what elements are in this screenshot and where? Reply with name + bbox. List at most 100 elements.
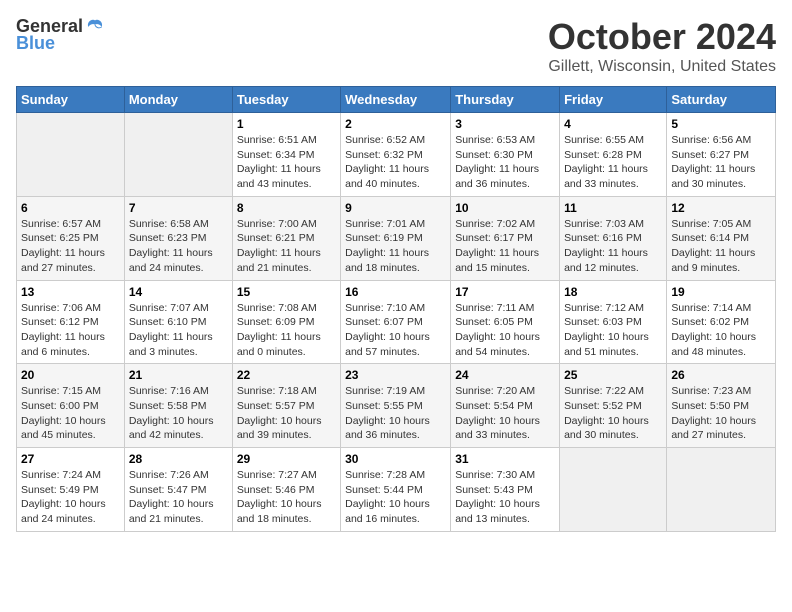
- cell-content: Sunrise: 7:07 AMSunset: 6:10 PMDaylight:…: [129, 301, 228, 360]
- logo-blue-text: Blue: [16, 33, 55, 54]
- cell-content: Sunrise: 6:58 AMSunset: 6:23 PMDaylight:…: [129, 217, 228, 276]
- cell-content: Sunrise: 7:19 AMSunset: 5:55 PMDaylight:…: [345, 384, 446, 443]
- cell-content: Sunrise: 7:02 AMSunset: 6:17 PMDaylight:…: [455, 217, 555, 276]
- calendar-cell: 4 Sunrise: 6:55 AMSunset: 6:28 PMDaylight…: [560, 113, 667, 197]
- calendar-body: 1Sunrise: 6:51 AMSunset: 6:34 PMDaylight…: [17, 113, 776, 532]
- calendar-cell: 31 Sunrise: 7:30 AMSunset: 5:43 PMDayligh…: [451, 448, 560, 532]
- cell-content: Sunrise: 7:16 AMSunset: 5:58 PMDaylight:…: [129, 384, 228, 443]
- day-number: 8: [237, 201, 336, 215]
- cell-content: Sunrise: 6:57 AMSunset: 6:25 PMDaylight:…: [21, 217, 120, 276]
- calendar-cell: 3 Sunrise: 6:53 AMSunset: 6:30 PMDaylight…: [451, 113, 560, 197]
- cell-content: Sunrise: 7:20 AMSunset: 5:54 PMDaylight:…: [455, 384, 555, 443]
- cell-content: Sunrise: 6:52 AMSunset: 6:32 PMDaylight:…: [345, 133, 446, 192]
- header-day-thursday: Thursday: [451, 87, 560, 113]
- calendar-cell: 8 Sunrise: 7:00 AMSunset: 6:21 PMDaylight…: [232, 196, 340, 280]
- calendar-cell: 29 Sunrise: 7:27 AMSunset: 5:46 PMDayligh…: [232, 448, 340, 532]
- calendar-cell: 24 Sunrise: 7:20 AMSunset: 5:54 PMDayligh…: [451, 364, 560, 448]
- day-number: 5: [671, 117, 771, 131]
- day-number: 20: [21, 368, 120, 382]
- calendar-cell: 7 Sunrise: 6:58 AMSunset: 6:23 PMDaylight…: [124, 196, 232, 280]
- day-number: 31: [455, 452, 555, 466]
- calendar-cell: [667, 448, 776, 532]
- day-number: 11: [564, 201, 662, 215]
- cell-content: Sunrise: 7:18 AMSunset: 5:57 PMDaylight:…: [237, 384, 336, 443]
- header-day-wednesday: Wednesday: [341, 87, 451, 113]
- calendar-cell: 19 Sunrise: 7:14 AMSunset: 6:02 PMDayligh…: [667, 280, 776, 364]
- cell-content: Sunrise: 7:12 AMSunset: 6:03 PMDaylight:…: [564, 301, 662, 360]
- day-number: 19: [671, 285, 771, 299]
- day-number: 28: [129, 452, 228, 466]
- header-day-sunday: Sunday: [17, 87, 125, 113]
- cell-content: Sunrise: 7:27 AMSunset: 5:46 PMDaylight:…: [237, 468, 336, 527]
- day-number: 2: [345, 117, 446, 131]
- day-number: 30: [345, 452, 446, 466]
- day-number: 16: [345, 285, 446, 299]
- cell-content: Sunrise: 6:53 AMSunset: 6:30 PMDaylight:…: [455, 133, 555, 192]
- calendar-cell: 26 Sunrise: 7:23 AMSunset: 5:50 PMDayligh…: [667, 364, 776, 448]
- header-day-friday: Friday: [560, 87, 667, 113]
- calendar-cell: 1Sunrise: 6:51 AMSunset: 6:34 PMDaylight…: [232, 113, 340, 197]
- calendar-cell: 23 Sunrise: 7:19 AMSunset: 5:55 PMDayligh…: [341, 364, 451, 448]
- calendar-cell: 18 Sunrise: 7:12 AMSunset: 6:03 PMDayligh…: [560, 280, 667, 364]
- calendar-cell: [124, 113, 232, 197]
- cell-content: Sunrise: 7:06 AMSunset: 6:12 PMDaylight:…: [21, 301, 120, 360]
- calendar-cell: 17Sunrise: 7:11 AMSunset: 6:05 PMDayligh…: [451, 280, 560, 364]
- logo: General Blue: [16, 16, 105, 54]
- day-number: 21: [129, 368, 228, 382]
- day-number: 13: [21, 285, 120, 299]
- calendar-week-2: 6Sunrise: 6:57 AMSunset: 6:25 PMDaylight…: [17, 196, 776, 280]
- cell-content: Sunrise: 7:30 AMSunset: 5:43 PMDaylight:…: [455, 468, 555, 527]
- logo-bird-icon: [85, 17, 105, 37]
- day-number: 29: [237, 452, 336, 466]
- cell-content: Sunrise: 7:28 AMSunset: 5:44 PMDaylight:…: [345, 468, 446, 527]
- calendar-week-4: 20 Sunrise: 7:15 AMSunset: 6:00 PMDayligh…: [17, 364, 776, 448]
- day-number: 9: [345, 201, 446, 215]
- day-number: 3: [455, 117, 555, 131]
- calendar-cell: 16 Sunrise: 7:10 AMSunset: 6:07 PMDayligh…: [341, 280, 451, 364]
- day-number: 24: [455, 368, 555, 382]
- day-number: 27: [21, 452, 120, 466]
- calendar-cell: 6Sunrise: 6:57 AMSunset: 6:25 PMDaylight…: [17, 196, 125, 280]
- cell-content: Sunrise: 7:14 AMSunset: 6:02 PMDaylight:…: [671, 301, 771, 360]
- day-number: 7: [129, 201, 228, 215]
- calendar-cell: 5Sunrise: 6:56 AMSunset: 6:27 PMDaylight…: [667, 113, 776, 197]
- day-number: 26: [671, 368, 771, 382]
- cell-content: Sunrise: 7:05 AMSunset: 6:14 PMDaylight:…: [671, 217, 771, 276]
- cell-content: Sunrise: 7:10 AMSunset: 6:07 PMDaylight:…: [345, 301, 446, 360]
- cell-content: Sunrise: 7:22 AMSunset: 5:52 PMDaylight:…: [564, 384, 662, 443]
- calendar-cell: [560, 448, 667, 532]
- calendar-table: SundayMondayTuesdayWednesdayThursdayFrid…: [16, 86, 776, 532]
- calendar-week-3: 13 Sunrise: 7:06 AMSunset: 6:12 PMDayligh…: [17, 280, 776, 364]
- calendar-week-1: 1Sunrise: 6:51 AMSunset: 6:34 PMDaylight…: [17, 113, 776, 197]
- calendar-cell: 28 Sunrise: 7:26 AMSunset: 5:47 PMDayligh…: [124, 448, 232, 532]
- day-number: 14: [129, 285, 228, 299]
- cell-content: Sunrise: 7:15 AMSunset: 6:00 PMDaylight:…: [21, 384, 120, 443]
- cell-content: Sunrise: 6:55 AMSunset: 6:28 PMDaylight:…: [564, 133, 662, 192]
- day-number: 23: [345, 368, 446, 382]
- day-number: 4: [564, 117, 662, 131]
- calendar-cell: 9 Sunrise: 7:01 AMSunset: 6:19 PMDaylight…: [341, 196, 451, 280]
- calendar-cell: 25Sunrise: 7:22 AMSunset: 5:52 PMDayligh…: [560, 364, 667, 448]
- calendar-cell: 13 Sunrise: 7:06 AMSunset: 6:12 PMDayligh…: [17, 280, 125, 364]
- calendar-header: SundayMondayTuesdayWednesdayThursdayFrid…: [17, 87, 776, 113]
- cell-content: Sunrise: 7:03 AMSunset: 6:16 PMDaylight:…: [564, 217, 662, 276]
- cell-content: Sunrise: 7:00 AMSunset: 6:21 PMDaylight:…: [237, 217, 336, 276]
- calendar-cell: 11 Sunrise: 7:03 AMSunset: 6:16 PMDayligh…: [560, 196, 667, 280]
- calendar-cell: 22Sunrise: 7:18 AMSunset: 5:57 PMDayligh…: [232, 364, 340, 448]
- cell-content: Sunrise: 7:23 AMSunset: 5:50 PMDaylight:…: [671, 384, 771, 443]
- calendar-cell: 21 Sunrise: 7:16 AMSunset: 5:58 PMDayligh…: [124, 364, 232, 448]
- day-number: 10: [455, 201, 555, 215]
- day-number: 18: [564, 285, 662, 299]
- cell-content: Sunrise: 7:11 AMSunset: 6:05 PMDaylight:…: [455, 301, 555, 360]
- cell-content: Sunrise: 7:26 AMSunset: 5:47 PMDaylight:…: [129, 468, 228, 527]
- header-day-monday: Monday: [124, 87, 232, 113]
- cell-content: Sunrise: 7:24 AMSunset: 5:49 PMDaylight:…: [21, 468, 120, 527]
- title-block: October 2024 Gillett, Wisconsin, United …: [548, 16, 776, 76]
- calendar-cell: 14 Sunrise: 7:07 AMSunset: 6:10 PMDayligh…: [124, 280, 232, 364]
- calendar-cell: 27 Sunrise: 7:24 AMSunset: 5:49 PMDayligh…: [17, 448, 125, 532]
- cell-content: Sunrise: 7:01 AMSunset: 6:19 PMDaylight:…: [345, 217, 446, 276]
- calendar-cell: 2 Sunrise: 6:52 AMSunset: 6:32 PMDaylight…: [341, 113, 451, 197]
- header-row: SundayMondayTuesdayWednesdayThursdayFrid…: [17, 87, 776, 113]
- location-subtitle: Gillett, Wisconsin, United States: [548, 58, 776, 76]
- calendar-cell: 15Sunrise: 7:08 AMSunset: 6:09 PMDayligh…: [232, 280, 340, 364]
